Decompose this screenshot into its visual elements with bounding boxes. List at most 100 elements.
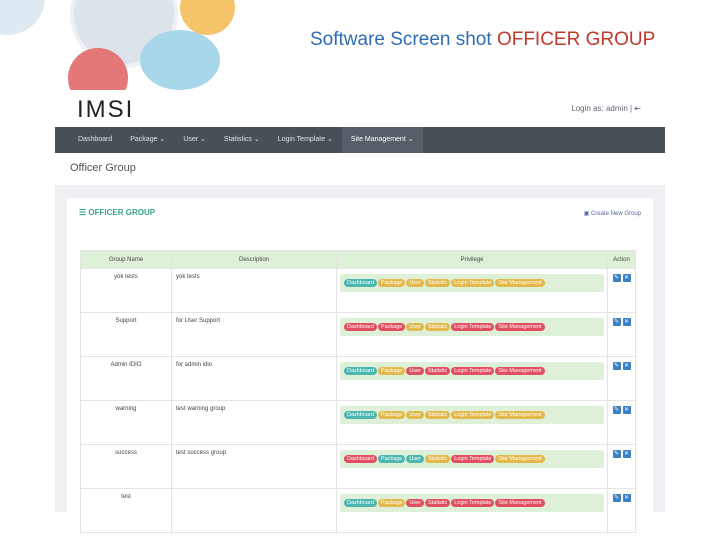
create-label: Create New Group: [590, 211, 641, 217]
privilege-badge: Login Template: [451, 323, 495, 331]
delete-icon[interactable]: ✕: [622, 318, 631, 326]
title-part1: Software Screen shot: [310, 29, 492, 50]
nav-item[interactable]: Dashboard: [69, 127, 121, 153]
group-description: test warning group: [171, 400, 337, 445]
group-name: Support: [80, 312, 172, 357]
privilege-cell: Dashboard Package User Statistic Login Templ…: [336, 268, 608, 313]
privilege-badge: Login Template: [451, 279, 495, 287]
privilege-box: Dashboard Package User Statistic Login Templ…: [340, 318, 604, 336]
privilege-badge: Statistic: [424, 455, 451, 463]
app-header: IMSI Login as: admin | ⇤: [55, 90, 665, 127]
edit-icon[interactable]: ✎: [612, 274, 621, 282]
logo: IMSI: [77, 96, 135, 123]
privilege-badge: Statistic: [424, 499, 451, 507]
table-row: yok tests yok tests Dashboard Package User St…: [80, 268, 636, 313]
edit-icon[interactable]: ✎: [612, 362, 621, 370]
column-header: Group Name: [80, 250, 172, 269]
nav-item[interactable]: Site Management ⌄: [341, 127, 423, 153]
privilege-badge: User: [406, 499, 424, 507]
table-row: Support for User Support Dashboard Package U…: [80, 312, 636, 357]
decorative-circle: [0, 0, 45, 35]
create-new-group-link[interactable]: ▣ Create New Group: [584, 210, 641, 217]
edit-icon[interactable]: ✎: [612, 406, 621, 414]
privilege-badge: User: [406, 455, 424, 463]
delete-icon[interactable]: ✕: [622, 450, 631, 458]
privilege-badge: Login Template: [451, 411, 495, 419]
privilege-box: Dashboard Package User Statistic Login Templ…: [340, 362, 604, 380]
table-row: test Dashboard Package User Statistic Login T…: [80, 488, 636, 533]
login-status[interactable]: Login as: admin | ⇤: [571, 104, 641, 113]
privilege-badge: User: [406, 411, 424, 419]
privilege-badge: User: [406, 367, 424, 375]
group-description: for admin idio: [171, 356, 337, 401]
group-table: Group Name Description Privilege Action yok…: [80, 250, 636, 533]
privilege-badge: Dashboard: [344, 367, 377, 375]
delete-icon[interactable]: ✕: [622, 406, 631, 414]
privilege-badge: Site Management: [495, 279, 545, 287]
privilege-badge: Login Template: [451, 367, 495, 375]
privilege-box: Dashboard Package User Statistic Login Templ…: [340, 274, 604, 292]
privilege-badge: Dashboard: [344, 279, 377, 287]
table-row: warning test warning group Dashboard Packag…: [80, 400, 636, 445]
page-title: Officer Group: [55, 153, 665, 185]
privilege-cell: Dashboard Package User Statistic Login Templ…: [336, 400, 608, 445]
title-part2: OFFICER GROUP: [496, 29, 656, 50]
privilege-badge: Site Management: [495, 499, 545, 507]
edit-icon[interactable]: ✎: [612, 450, 621, 458]
delete-icon[interactable]: ✕: [622, 494, 631, 502]
group-name: test: [80, 488, 172, 533]
privilege-badge: User: [406, 279, 424, 287]
privilege-badge: Package: [377, 455, 406, 463]
privilege-badge: Dashboard: [344, 455, 377, 463]
nav-item[interactable]: Login Template ⌄: [269, 127, 342, 153]
privilege-badge: Package: [377, 367, 406, 375]
column-header: Privilege: [336, 250, 608, 269]
edit-icon[interactable]: ✎: [612, 494, 621, 502]
privilege-badge: Package: [377, 279, 406, 287]
nav-item[interactable]: Statistics ⌄: [215, 127, 269, 153]
privilege-badge: Login Template: [451, 455, 495, 463]
privilege-badge: Statistic: [424, 411, 451, 419]
privilege-cell: Dashboard Package User Statistic Login Templ…: [336, 444, 608, 489]
delete-icon[interactable]: ✕: [622, 274, 631, 282]
column-header: Description: [171, 250, 337, 269]
privilege-badge: Site Management: [495, 455, 545, 463]
privilege-badge: Package: [377, 323, 406, 331]
group-description: test success group: [171, 444, 337, 489]
privilege-box: Dashboard Package User Statistic Login Templ…: [340, 450, 604, 468]
group-description: [171, 488, 337, 533]
nav-bar: Dashboard Package ⌄ User ⌄ Statistics ⌄ Logi…: [55, 127, 665, 153]
privilege-badge: Site Management: [495, 367, 545, 375]
nav-item[interactable]: Package ⌄: [121, 127, 174, 153]
column-header: Action: [607, 250, 636, 269]
action-cell: ✎ ✕: [607, 312, 636, 357]
privilege-badge: Statistic: [424, 279, 451, 287]
action-cell: ✎ ✕: [607, 356, 636, 401]
privilege-badge: Site Management: [495, 411, 545, 419]
officer-group-card: ☰ OFFICER GROUP ▣ Create New Group Group…: [67, 198, 653, 535]
action-cell: ✎ ✕: [607, 268, 636, 313]
group-name: warning: [80, 400, 172, 445]
privilege-cell: Dashboard Package User Statistic Login Templ…: [336, 488, 608, 533]
privilege-cell: Dashboard Package User Statistic Login Templ…: [336, 312, 608, 357]
privilege-badge: Package: [377, 411, 406, 419]
card-title: ☰ OFFICER GROUP: [79, 208, 156, 217]
privilege-badge: Package: [377, 499, 406, 507]
group-description: yok tests: [171, 268, 337, 313]
privilege-badge: Statistic: [424, 367, 451, 375]
slide-title: Software Screen shot OFFICER GROUP: [310, 29, 655, 51]
group-name: yok tests: [80, 268, 172, 313]
edit-icon[interactable]: ✎: [612, 318, 621, 326]
table-row: success test success group Dashboard Packag…: [80, 444, 636, 489]
group-name: Admin IDIO: [80, 356, 172, 401]
group-description: for User Support: [171, 312, 337, 357]
header-row: Group Name Description Privilege Action: [80, 250, 636, 269]
login-label: Login as: admin: [571, 104, 628, 113]
privilege-badge: Site Management: [495, 323, 545, 331]
nav-item[interactable]: User ⌄: [174, 127, 215, 153]
delete-icon[interactable]: ✕: [622, 362, 631, 370]
privilege-cell: Dashboard Package User Statistic Login Templ…: [336, 356, 608, 401]
logout-icon[interactable]: ⇤: [634, 104, 641, 113]
privilege-badge: Dashboard: [344, 411, 377, 419]
privilege-badge: Dashboard: [344, 499, 377, 507]
